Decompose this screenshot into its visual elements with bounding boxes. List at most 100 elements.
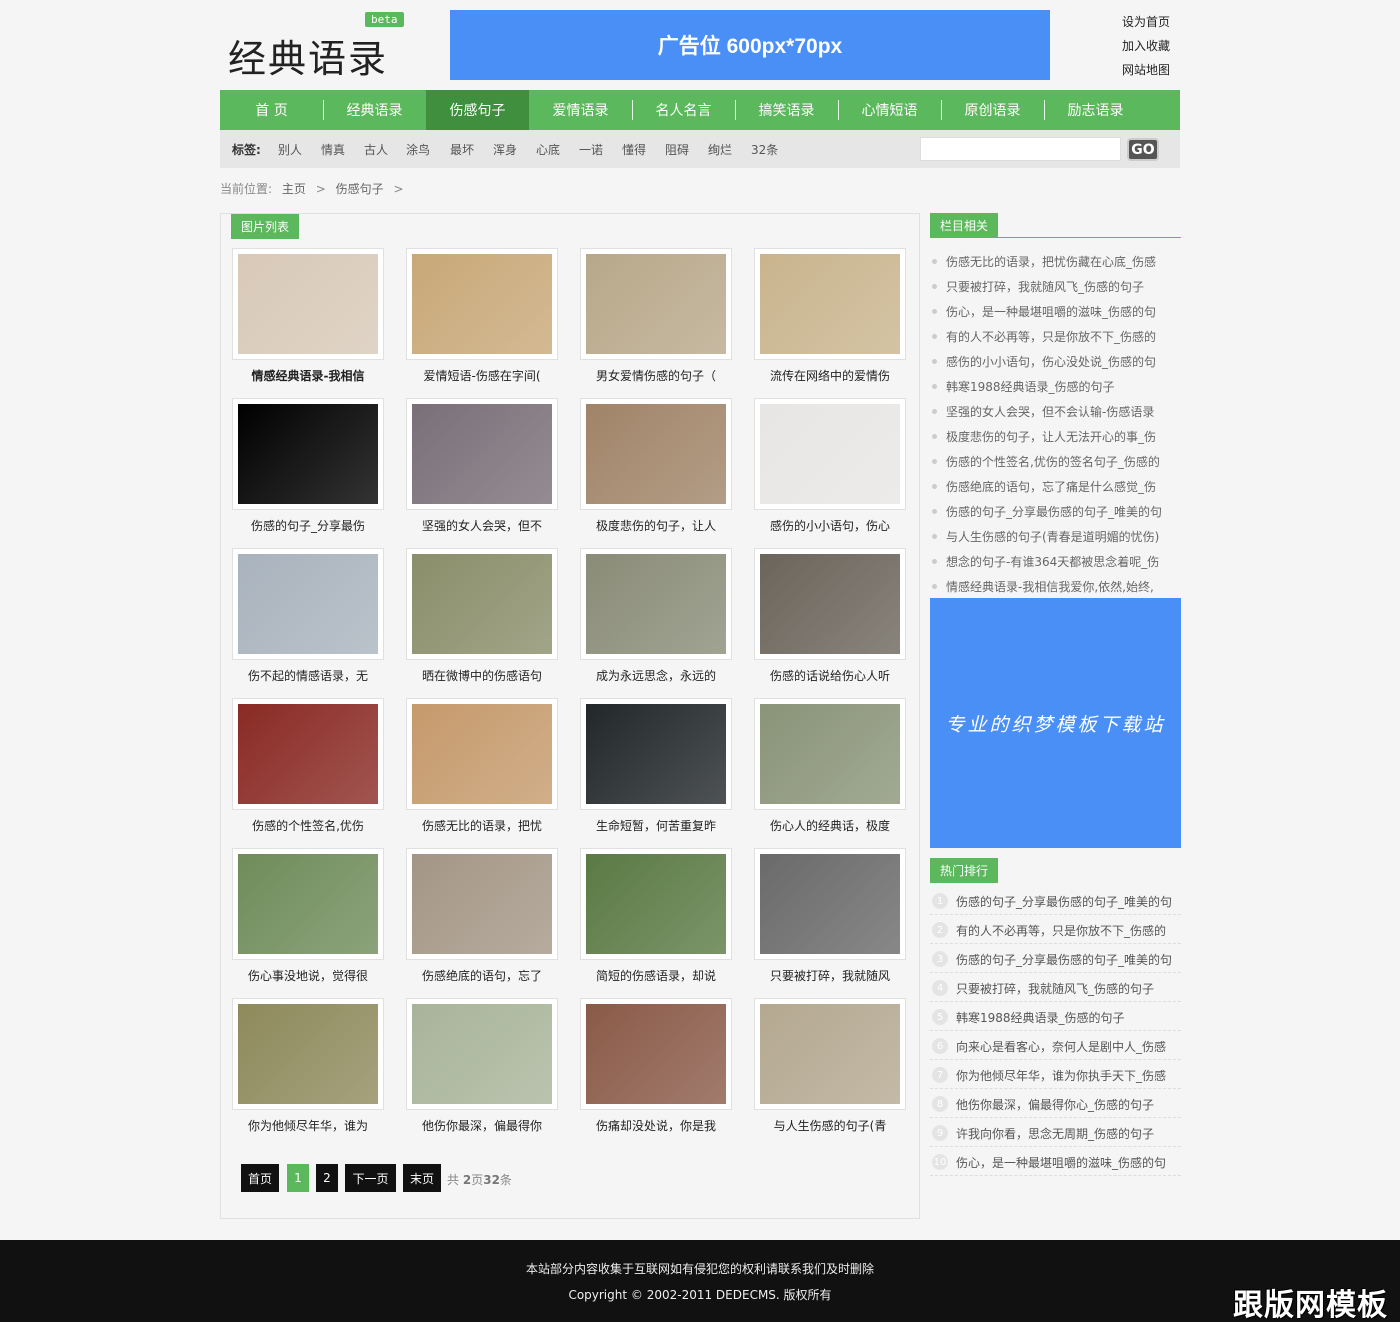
- hot-item[interactable]: 3 伤感的句子_分享最伤感的句子_唯美的句: [930, 944, 1181, 973]
- card-title[interactable]: 伤心人的经典话，极度: [754, 817, 906, 834]
- hot-item[interactable]: 6 向来心是看客心，奈何人是剧中人_伤感: [930, 1031, 1181, 1060]
- card-thumbnail[interactable]: [238, 254, 378, 354]
- nav-item-inspirational-quotes[interactable]: 励志语录: [1044, 90, 1147, 130]
- card-title[interactable]: 你为他倾尽年华，谁为: [232, 1117, 384, 1134]
- card-thumbnail[interactable]: [238, 1004, 378, 1104]
- nav-item-funny-quotes[interactable]: 搞笑语录: [735, 90, 838, 130]
- nav-item-classic-quotes[interactable]: 经典语录: [323, 90, 426, 130]
- tag-link[interactable]: 别人: [278, 141, 302, 158]
- related-item[interactable]: 极度悲伤的句子，让人无法开心的事_伤: [932, 428, 1180, 445]
- hot-item[interactable]: 4 只要被打碎，我就随风飞_伤感的句子: [930, 973, 1181, 1002]
- image-card[interactable]: [754, 398, 906, 510]
- nav-item-original-quotes[interactable]: 原创语录: [941, 90, 1044, 130]
- site-logo[interactable]: 经典语录: [228, 28, 388, 83]
- card-title[interactable]: 只要被打碎，我就随风: [754, 967, 906, 984]
- related-item[interactable]: 伤心，是一种最堪咀嚼的滋味_伤感的句: [932, 303, 1180, 320]
- card-title[interactable]: 伤感的句子_分享最伤: [232, 517, 384, 534]
- nav-item-sad-sentences[interactable]: 伤感句子: [426, 90, 529, 130]
- image-card[interactable]: [754, 548, 906, 660]
- tag-link[interactable]: 涂鸟: [406, 141, 430, 158]
- image-card[interactable]: [406, 848, 558, 960]
- card-thumbnail[interactable]: [586, 554, 726, 654]
- hot-item-title[interactable]: 有的人不必再等，只是你放不下_伤感的: [956, 922, 1166, 939]
- card-title[interactable]: 极度悲伤的句子，让人: [580, 517, 732, 534]
- card-title[interactable]: 伤不起的情感语录，无: [232, 667, 384, 684]
- tag-link[interactable]: 古人: [364, 141, 388, 158]
- nav-item-famous-quotes[interactable]: 名人名言: [632, 90, 735, 130]
- tag-count-link[interactable]: 32条: [751, 141, 778, 158]
- hot-item-title[interactable]: 向来心是看客心，奈何人是剧中人_伤感: [956, 1038, 1166, 1055]
- image-card[interactable]: [406, 998, 558, 1110]
- image-card[interactable]: [232, 398, 384, 510]
- card-thumbnail[interactable]: [586, 1004, 726, 1104]
- hot-item-title[interactable]: 许我向你看，思念无周期_伤感的句子: [956, 1125, 1154, 1142]
- hot-item[interactable]: 7 你为他倾尽年华，谁为你执手天下_伤感: [930, 1060, 1181, 1089]
- related-item[interactable]: 伤感绝底的语句，忘了痛是什么感觉_伤: [932, 478, 1180, 495]
- card-thumbnail[interactable]: [760, 554, 900, 654]
- card-thumbnail[interactable]: [412, 254, 552, 354]
- hot-item[interactable]: 8 他伤你最深，偏最得你心_伤感的句子: [930, 1089, 1181, 1118]
- tag-link[interactable]: 最坏: [450, 141, 474, 158]
- card-thumbnail[interactable]: [586, 254, 726, 354]
- image-card[interactable]: [232, 848, 384, 960]
- sitemap-link[interactable]: 网站地图: [1122, 61, 1170, 78]
- related-item[interactable]: 与人生伤感的句子(青春是道明媚的忧伤): [932, 528, 1180, 545]
- hot-item-title[interactable]: 伤心，是一种最堪咀嚼的滋味_伤感的句: [956, 1154, 1166, 1171]
- add-favorite-link[interactable]: 加入收藏: [1122, 37, 1170, 54]
- card-title[interactable]: 伤感的话说给伤心人听: [754, 667, 906, 684]
- card-title[interactable]: 成为永远思念，永远的: [580, 667, 732, 684]
- card-title[interactable]: 伤心事没地说，觉得很: [232, 967, 384, 984]
- card-title[interactable]: 伤感无比的语录，把忧: [406, 817, 558, 834]
- card-title[interactable]: 流传在网络中的爱情伤: [754, 367, 906, 384]
- hot-item-title[interactable]: 伤感的句子_分享最伤感的句子_唯美的句: [956, 893, 1172, 910]
- card-thumbnail[interactable]: [760, 704, 900, 804]
- image-card[interactable]: [580, 398, 732, 510]
- hot-item[interactable]: 1 伤感的句子_分享最伤感的句子_唯美的句: [930, 886, 1181, 915]
- card-thumbnail[interactable]: [238, 854, 378, 954]
- related-item[interactable]: 伤感的句子_分享最伤感的句子_唯美的句: [932, 503, 1180, 520]
- image-card[interactable]: [406, 398, 558, 510]
- search-input[interactable]: [920, 137, 1121, 161]
- image-card[interactable]: [232, 548, 384, 660]
- hot-item-title[interactable]: 你为他倾尽年华，谁为你执手天下_伤感: [956, 1067, 1166, 1084]
- image-card[interactable]: [406, 548, 558, 660]
- nav-item-home[interactable]: 首 页: [220, 90, 323, 130]
- last-page-button[interactable]: 末页: [403, 1164, 441, 1192]
- page-2-button[interactable]: 2: [316, 1164, 338, 1192]
- card-thumbnail[interactable]: [412, 1004, 552, 1104]
- card-title[interactable]: 晒在微博中的伤感语句: [406, 667, 558, 684]
- related-item[interactable]: 伤感的个性签名,优伤的签名句子_伤感的: [932, 453, 1180, 470]
- card-title[interactable]: 男女爱情伤感的句子（: [580, 367, 732, 384]
- tag-link[interactable]: 懂得: [622, 141, 646, 158]
- hot-item-title[interactable]: 他伤你最深，偏最得你心_伤感的句子: [956, 1096, 1154, 1113]
- card-thumbnail[interactable]: [412, 704, 552, 804]
- image-card[interactable]: [754, 698, 906, 810]
- card-title[interactable]: 爱情短语-伤感在字间(: [406, 367, 558, 384]
- hot-item-title[interactable]: 只要被打碎，我就随风飞_伤感的句子: [956, 980, 1154, 997]
- next-page-button[interactable]: 下一页: [345, 1164, 396, 1192]
- tag-link[interactable]: 阻碍: [665, 141, 689, 158]
- hot-item[interactable]: 9 许我向你看，思念无周期_伤感的句子: [930, 1118, 1181, 1147]
- set-homepage-link[interactable]: 设为首页: [1122, 13, 1170, 30]
- card-thumbnail[interactable]: [760, 254, 900, 354]
- nav-item-love-quotes[interactable]: 爱情语录: [529, 90, 632, 130]
- card-thumbnail[interactable]: [412, 404, 552, 504]
- nav-item-mood-phrases[interactable]: 心情短语: [838, 90, 941, 130]
- card-title[interactable]: 与人生伤感的句子(青: [754, 1117, 906, 1134]
- tag-link[interactable]: 情真: [321, 141, 345, 158]
- card-thumbnail[interactable]: [238, 704, 378, 804]
- first-page-button[interactable]: 首页: [241, 1164, 279, 1192]
- card-thumbnail[interactable]: [412, 554, 552, 654]
- card-thumbnail[interactable]: [586, 854, 726, 954]
- card-thumbnail[interactable]: [586, 704, 726, 804]
- page-1-button[interactable]: 1: [287, 1164, 309, 1192]
- image-card[interactable]: [232, 698, 384, 810]
- card-title[interactable]: 他伤你最深，偏最得你: [406, 1117, 558, 1134]
- breadcrumb-home-link[interactable]: 主页: [282, 182, 306, 196]
- image-card[interactable]: [580, 248, 732, 360]
- card-title[interactable]: 简短的伤感语录，却说: [580, 967, 732, 984]
- card-thumbnail[interactable]: [412, 854, 552, 954]
- tag-link[interactable]: 心底: [536, 141, 560, 158]
- search-go-button[interactable]: GO: [1127, 138, 1159, 161]
- hot-item[interactable]: 10 伤心，是一种最堪咀嚼的滋味_伤感的句: [930, 1147, 1181, 1176]
